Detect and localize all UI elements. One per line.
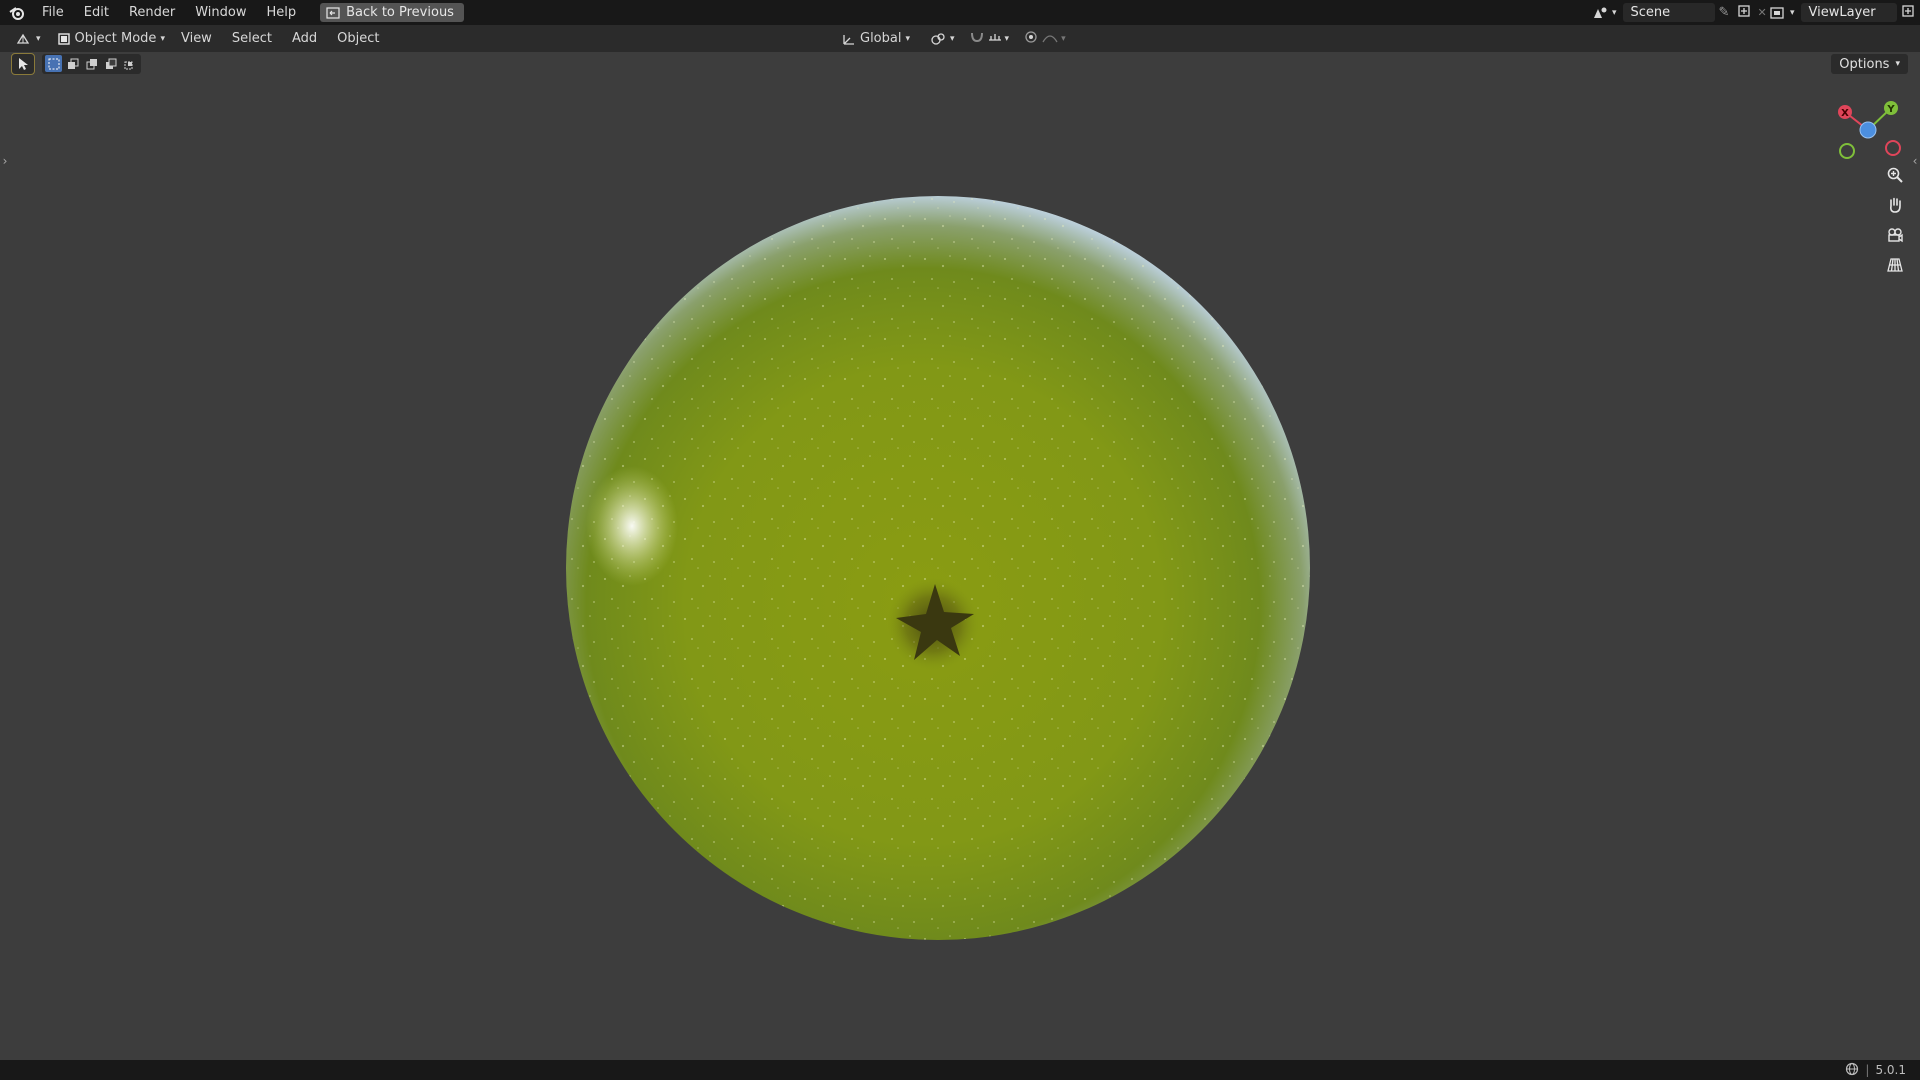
chevron-down-icon: ▾ — [950, 33, 955, 44]
proportional-editing-icon[interactable] — [1023, 30, 1039, 48]
intersect-selection-icon[interactable] — [121, 55, 138, 72]
scene-name: Scene — [1630, 5, 1671, 20]
apple-object[interactable] — [0, 52, 1920, 1060]
invert-selection-icon[interactable] — [102, 55, 119, 72]
falloff-curve-icon[interactable] — [1041, 30, 1059, 48]
menu-render[interactable]: Render — [119, 5, 185, 20]
orientation-label: Global — [860, 31, 902, 46]
menu-file[interactable]: File — [32, 5, 74, 20]
cursor-icon — [19, 58, 28, 70]
pan-view-button[interactable] — [1882, 192, 1908, 218]
status-bar: | 5.0.1 — [0, 1060, 1920, 1080]
view-layer-name: ViewLayer — [1808, 5, 1876, 20]
chevron-down-icon[interactable]: ▾ — [1005, 34, 1010, 44]
chevron-down-icon: ▾ — [905, 33, 911, 44]
menu-window[interactable]: Window — [185, 5, 256, 20]
scene-selector-button[interactable]: ▾ — [1586, 2, 1623, 23]
view-layer-icon — [1770, 6, 1784, 19]
camera-view-button[interactable] — [1882, 222, 1908, 248]
gizmo-neg-x-handle[interactable] — [1885, 140, 1901, 156]
pivot-point-dropdown[interactable]: ▾ — [924, 28, 961, 49]
object-mode-label: Object Mode — [74, 31, 157, 46]
zoom-icon — [1887, 167, 1903, 183]
left-panel-toggle[interactable]: › — [0, 152, 10, 170]
snap-toggle-icon[interactable] — [969, 30, 985, 48]
snap-target-icon[interactable] — [987, 30, 1003, 48]
viewport-header: ▾ Object Mode ▾ View Select Add Object G… — [0, 25, 1920, 72]
gizmo-y-label: Y — [1886, 104, 1895, 115]
view-layer-name-field[interactable]: ViewLayer — [1800, 3, 1897, 22]
subtract-selection-icon[interactable] — [83, 55, 100, 72]
camera-icon — [1888, 228, 1903, 243]
select-tool-button[interactable] — [11, 53, 35, 75]
new-scene-icon[interactable] — [1737, 4, 1751, 22]
back-button-label: Back to Previous — [346, 5, 454, 20]
top-bar: File Edit Render Window Help Back to Pre… — [0, 0, 1920, 25]
transform-orientation-dropdown[interactable]: Global ▾ — [836, 28, 916, 49]
gizmo-neg-y-handle[interactable] — [1839, 143, 1855, 159]
pin-icon[interactable]: ✎ — [1719, 5, 1730, 20]
chevron-down-icon: ▾ — [36, 33, 41, 44]
options-dropdown[interactable]: Options ▾ — [1831, 54, 1908, 74]
menu-add[interactable]: Add — [282, 31, 327, 46]
gizmo-x-label: X — [1841, 108, 1849, 119]
view-layer-selector-button[interactable]: ▾ — [1764, 2, 1801, 23]
3d-viewport[interactable]: › ‹ X Y — [0, 52, 1920, 1060]
perspective-toggle-button[interactable] — [1882, 252, 1908, 278]
extend-selection-icon[interactable] — [64, 55, 81, 72]
editor-type-button[interactable]: ▾ — [10, 28, 47, 49]
scene-icon — [1594, 7, 1607, 18]
new-selection-icon[interactable] — [45, 55, 62, 72]
chevron-down-icon: ▾ — [1612, 7, 1617, 18]
menu-edit[interactable]: Edit — [74, 5, 119, 20]
selection-mode-group — [42, 54, 141, 74]
menu-view[interactable]: View — [171, 31, 222, 46]
network-globe-icon[interactable] — [1845, 1062, 1859, 1079]
menu-help[interactable]: Help — [257, 5, 307, 20]
status-divider: | — [1865, 1063, 1870, 1077]
pivot-icon — [931, 32, 945, 45]
gizmo-z-handle[interactable] — [1859, 121, 1877, 139]
menu-object[interactable]: Object — [327, 31, 389, 46]
new-view-layer-icon[interactable] — [1901, 4, 1915, 22]
viewport-tool-row — [11, 53, 141, 75]
chevron-down-icon: ▾ — [160, 33, 165, 44]
zoom-view-button[interactable] — [1882, 162, 1908, 188]
hand-icon — [1890, 197, 1901, 213]
right-panel-toggle[interactable]: ‹ — [1910, 152, 1920, 170]
blender-version: 5.0.1 — [1875, 1063, 1906, 1077]
object-mode-icon — [57, 32, 70, 45]
object-mode-dropdown[interactable]: Object Mode ▾ — [51, 28, 171, 49]
back-to-previous-button[interactable]: Back to Previous — [320, 3, 464, 22]
grid-perspective-icon — [1887, 258, 1903, 272]
blender-logo-icon[interactable] — [6, 2, 28, 24]
menu-select[interactable]: Select — [222, 31, 282, 46]
chevron-down-icon: ▾ — [1790, 7, 1795, 18]
navigation-gizmo[interactable]: X Y — [1830, 92, 1910, 172]
back-icon — [326, 6, 340, 19]
chevron-down-icon: ▾ — [1895, 59, 1900, 69]
orientation-axis-icon — [843, 34, 854, 45]
editor-type-icon — [16, 33, 30, 44]
chevron-down-icon[interactable]: ▾ — [1061, 34, 1066, 44]
scene-name-field[interactable]: Scene — [1622, 3, 1715, 22]
options-label: Options — [1839, 56, 1890, 72]
